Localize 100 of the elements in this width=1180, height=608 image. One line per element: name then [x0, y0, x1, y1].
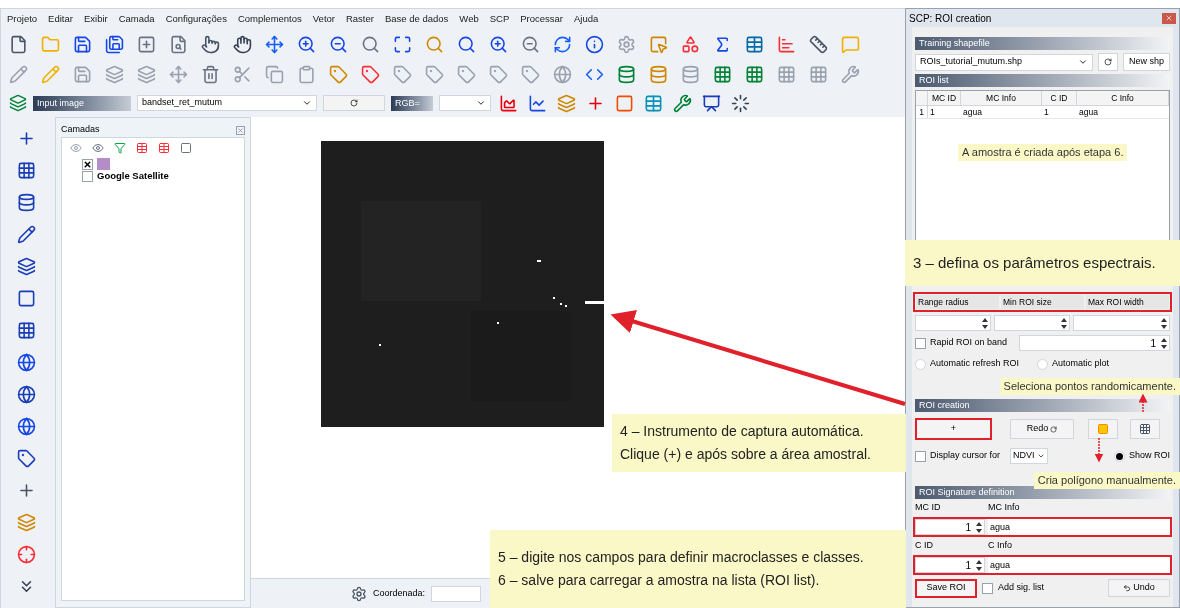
ruler-icon[interactable] — [809, 34, 828, 54]
radio-button[interactable] — [1037, 358, 1049, 370]
menu-item[interactable]: Camada — [118, 11, 155, 27]
scissors-icon[interactable] — [233, 64, 252, 84]
select-icon[interactable] — [649, 34, 668, 54]
menu-item[interactable]: Processar — [520, 11, 564, 27]
pencil-icon[interactable] — [9, 64, 28, 84]
spinner-arrows-icon[interactable] — [1060, 316, 1068, 330]
menu-item[interactable]: SCP — [489, 11, 510, 27]
menu-item[interactable]: Complementos — [237, 11, 302, 27]
file-icon[interactable] — [9, 34, 28, 54]
save-icon[interactable] — [105, 34, 124, 54]
index-select[interactable]: NDVI — [1010, 448, 1049, 464]
menu-item[interactable]: Raster — [345, 11, 374, 27]
database-icon[interactable] — [681, 64, 700, 84]
random-points-button[interactable] — [1130, 419, 1160, 439]
filter-icon[interactable] — [114, 142, 126, 154]
c-info-field[interactable]: agua — [988, 557, 1170, 573]
close-icon[interactable] — [236, 125, 245, 135]
spinner-arrows-icon[interactable] — [975, 520, 983, 534]
shapefile-select[interactable]: ROIs_tutorial_mutum.shp — [915, 53, 1093, 71]
refresh-icon[interactable] — [553, 34, 572, 54]
save-roi-button[interactable]: Save ROI — [915, 578, 977, 598]
column-header[interactable]: C Info — [1077, 91, 1169, 105]
add-database-icon[interactable] — [16, 193, 36, 212]
label-icon[interactable] — [489, 64, 508, 84]
wrench-icon[interactable] — [673, 93, 692, 113]
add-wfs-icon[interactable] — [16, 385, 36, 404]
grid-icon[interactable] — [809, 64, 828, 84]
checkbox[interactable] — [82, 158, 93, 170]
hand-icon[interactable] — [233, 34, 252, 54]
column-header[interactable]: C ID — [1042, 91, 1077, 105]
table-icon[interactable] — [158, 142, 170, 154]
label-icon[interactable] — [393, 64, 412, 84]
add-text-icon[interactable] — [16, 449, 36, 468]
zoom-in-icon[interactable] — [297, 34, 316, 54]
input-image-select[interactable]: bandset_ret_mutum — [137, 95, 317, 111]
move-icon[interactable] — [169, 64, 188, 84]
checkbox[interactable] — [915, 450, 926, 462]
chart-line-icon[interactable] — [528, 93, 547, 113]
crosshair-icon[interactable] — [16, 545, 36, 564]
new-shapefile-button[interactable]: New shp — [1123, 53, 1170, 71]
add-layer-icon[interactable] — [16, 257, 36, 276]
label-icon[interactable] — [425, 64, 444, 84]
menu-item[interactable]: Editar — [48, 11, 73, 27]
add-wcs-icon[interactable] — [16, 417, 36, 436]
mc-info-field[interactable]: agua — [988, 519, 1170, 535]
file-search-icon[interactable] — [169, 34, 188, 54]
gear-icon[interactable] — [617, 34, 636, 54]
zoom-out-icon[interactable] — [329, 34, 348, 54]
add-grid-icon[interactable] — [16, 321, 36, 340]
label-icon[interactable] — [457, 64, 476, 84]
presentation-icon[interactable] — [702, 93, 721, 113]
grid-icon[interactable] — [777, 64, 796, 84]
redo-button[interactable]: Redo — [1010, 419, 1074, 439]
polygon-tool-button[interactable] — [1088, 419, 1118, 439]
database-icon[interactable] — [649, 64, 668, 84]
square-icon[interactable] — [615, 93, 634, 113]
refresh-button[interactable] — [1098, 53, 1118, 71]
spinner-arrows-icon[interactable] — [1160, 336, 1168, 350]
loader-icon[interactable] — [731, 93, 750, 113]
table-icon[interactable] — [136, 142, 148, 154]
add-raster-icon[interactable] — [16, 161, 36, 180]
shapes-icon[interactable] — [681, 34, 700, 54]
add-wms-icon[interactable] — [16, 353, 36, 372]
column-header[interactable]: MC ID — [928, 91, 961, 105]
undo-button[interactable]: Undo — [1108, 579, 1170, 597]
checkbox[interactable] — [82, 170, 93, 182]
pan-icon[interactable] — [265, 34, 284, 54]
column-header[interactable]: MC Info — [961, 91, 1042, 105]
menu-item[interactable]: Web — [459, 11, 479, 27]
zoom-full-icon[interactable] — [393, 34, 412, 54]
layers-icon[interactable] — [137, 64, 156, 84]
copy-icon[interactable] — [265, 64, 284, 84]
zoom-icon[interactable] — [361, 34, 380, 54]
checkbox[interactable] — [915, 337, 926, 349]
wrench-icon[interactable] — [841, 64, 860, 84]
label-icon[interactable] — [521, 64, 540, 84]
radio-button[interactable] — [915, 358, 926, 370]
menu-item[interactable]: Vetor — [312, 11, 335, 27]
max-roi-width-field[interactable] — [1073, 315, 1170, 331]
checkbox[interactable] — [982, 582, 993, 594]
label-icon[interactable] — [329, 64, 348, 84]
spinner-arrows-icon[interactable] — [1160, 316, 1168, 330]
menu-item[interactable]: Configurações — [165, 11, 227, 27]
layer-name[interactable]: Google Satellite — [97, 168, 169, 184]
zoom-in-icon[interactable] — [489, 34, 508, 54]
min-roi-size-field[interactable] — [994, 315, 1070, 331]
info-icon[interactable] — [585, 34, 604, 54]
zoom-icon[interactable] — [457, 34, 476, 54]
label-icon[interactable] — [361, 64, 380, 84]
mc-id-field[interactable]: 1 — [915, 519, 985, 535]
layers-icon[interactable] — [557, 93, 576, 113]
menu-item[interactable]: Projeto — [7, 11, 38, 27]
table-icon[interactable] — [745, 34, 764, 54]
layers-icon[interactable] — [105, 64, 124, 84]
c-id-field[interactable]: 1 — [915, 557, 985, 573]
grid-icon[interactable] — [713, 64, 732, 84]
web-icon[interactable] — [553, 64, 572, 84]
add-line-icon[interactable] — [16, 225, 36, 244]
